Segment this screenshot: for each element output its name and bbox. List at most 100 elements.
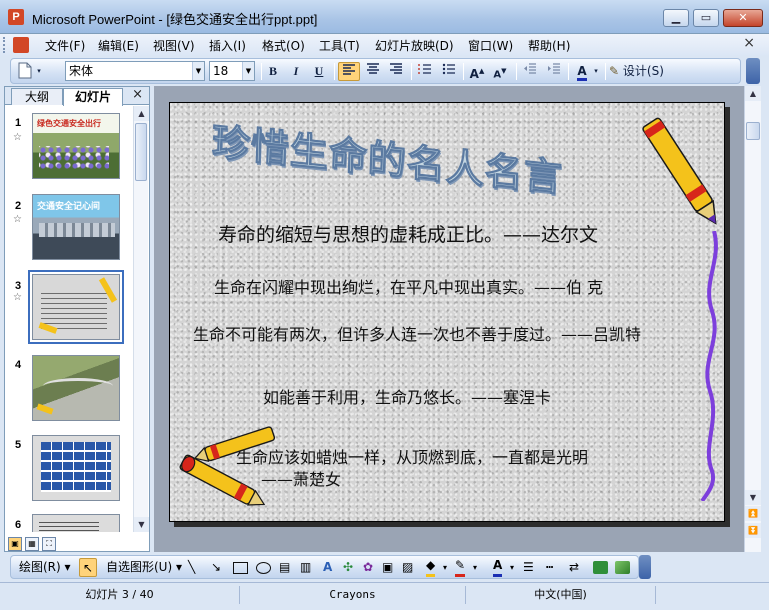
arrow-icon[interactable]: ↘: [211, 558, 221, 577]
scrollbar-thumb[interactable]: [746, 122, 760, 140]
maximize-button[interactable]: ▭: [693, 9, 719, 27]
slide-thumbnail-6[interactable]: [32, 514, 120, 532]
minimize-button[interactable]: ▁: [663, 9, 689, 27]
align-right-button[interactable]: [386, 62, 406, 81]
align-left-button[interactable]: [338, 62, 360, 81]
slide-thumbnail-5[interactable]: [32, 435, 120, 501]
line-color-dropdown-icon[interactable]: ▾: [473, 558, 477, 577]
rectangle-icon[interactable]: [233, 562, 248, 574]
new-document-icon[interactable]: [17, 62, 33, 81]
scroll-down-icon[interactable]: ▼: [134, 517, 149, 532]
menu-slideshow[interactable]: 幻灯片放映(D): [375, 37, 454, 54]
slide-quote-1[interactable]: 寿命的缩短与思想的虚耗成正比。——达尔文: [218, 220, 598, 247]
clipart-icon[interactable]: ✿: [363, 558, 373, 577]
numbering-button[interactable]: [415, 62, 435, 81]
select-objects-icon[interactable]: ↖: [79, 558, 97, 577]
underline-button[interactable]: U: [310, 62, 328, 81]
scroll-up-icon[interactable]: ▲: [745, 86, 761, 101]
scrollbar-thumb[interactable]: [135, 123, 147, 181]
font-color-dropdown-icon[interactable]: ▾: [510, 558, 514, 577]
italic-button[interactable]: I: [287, 62, 305, 81]
next-slide-icon[interactable]: ⏬: [745, 523, 761, 538]
slide-scrollbar[interactable]: ▲ ▼ ⏫ ⏬: [744, 86, 761, 552]
close-button[interactable]: ✕: [723, 9, 763, 27]
fill-color-icon[interactable]: ◆: [426, 558, 436, 577]
normal-view-icon[interactable]: ▣: [8, 537, 22, 551]
menu-window[interactable]: 窗口(W): [468, 37, 513, 54]
menu-edit[interactable]: 编辑(E): [98, 37, 139, 54]
slide-thumbnail-1[interactable]: 绿色交通安全出行: [32, 113, 120, 179]
previous-slide-icon[interactable]: ⏫: [745, 506, 761, 521]
increase-indent-icon[interactable]: [544, 62, 564, 81]
document-icon[interactable]: [13, 37, 29, 53]
chevron-down-icon[interactable]: ▼: [192, 62, 204, 80]
slide-number: 3: [15, 280, 22, 292]
document-close-icon[interactable]: ×: [743, 35, 755, 51]
menu-view[interactable]: 视图(V): [153, 37, 195, 54]
font-name-select[interactable]: 宋体 ▼: [65, 61, 205, 81]
diagram-icon[interactable]: ✣: [343, 558, 353, 577]
animation-star-icon: ☆: [13, 292, 22, 303]
chevron-down-icon[interactable]: ▼: [242, 62, 254, 80]
close-icon[interactable]: ×: [132, 87, 143, 102]
line-icon[interactable]: ╲: [188, 558, 195, 577]
line-style-icon[interactable]: ☰: [523, 558, 534, 577]
arrow-style-icon[interactable]: ⇄: [569, 558, 579, 577]
menu-format[interactable]: 格式(O): [262, 37, 305, 54]
slide-thumbnail-4[interactable]: [32, 355, 120, 421]
picture-icon[interactable]: ▣: [382, 558, 393, 577]
slide-position-status: 幻灯片 3 / 40: [0, 586, 240, 604]
fill-color-dropdown-icon[interactable]: ▾: [443, 558, 447, 577]
autoshapes-menu-button[interactable]: 自选图形(U) ▾: [106, 558, 182, 577]
increase-font-size-icon[interactable]: A▲: [467, 62, 487, 81]
slide-title[interactable]: 珍惜生命的名人名言: [211, 111, 564, 203]
font-size-select[interactable]: 18 ▼: [209, 61, 255, 81]
slide-thumbnail-3[interactable]: [28, 270, 124, 344]
draw-menu-button[interactable]: 绘图(R) ▾: [19, 558, 71, 577]
textbox-icon[interactable]: ▤: [279, 558, 290, 577]
vertical-textbox-icon[interactable]: ▥: [300, 558, 311, 577]
menu-tools[interactable]: 工具(T): [319, 37, 360, 54]
drawing-toolbar-overflow-chevron[interactable]: [639, 555, 651, 579]
3d-style-icon[interactable]: [615, 561, 630, 574]
font-name-value: 宋体: [69, 64, 94, 78]
toolbar-overflow-chevron[interactable]: [746, 58, 760, 84]
slide-quote-3[interactable]: 生命不可能有两次，但许多人连一次也不善于度过。——吕凯特: [193, 321, 641, 345]
menu-insert[interactable]: 插入(I): [209, 37, 246, 54]
slide-quote-2[interactable]: 生命在闪耀中现出绚烂，在平凡中现出真实。——伯 克: [214, 274, 603, 298]
slides-pane-scrollbar[interactable]: ▲ ▼: [133, 106, 149, 532]
font-color-icon[interactable]: A: [572, 62, 592, 81]
align-center-button[interactable]: [363, 62, 383, 81]
tab-slides[interactable]: 幻灯片: [63, 88, 123, 106]
new-dropdown-icon[interactable]: ▾: [35, 62, 43, 81]
bold-button[interactable]: B: [264, 62, 282, 81]
decrease-indent-icon[interactable]: [520, 62, 540, 81]
menu-help[interactable]: 帮助(H): [528, 37, 570, 54]
slide-number: 5: [15, 439, 22, 451]
design-label: 设计(S): [622, 64, 664, 78]
decrease-font-size-icon[interactable]: A▼: [490, 62, 510, 81]
tab-outline[interactable]: 大纲: [11, 88, 63, 105]
slide-thumbnail-2[interactable]: 交通安全记心间: [32, 194, 120, 260]
slideshow-view-icon[interactable]: ⛶: [42, 537, 56, 551]
design-button[interactable]: ✎ 设计(S): [609, 62, 673, 81]
dash-style-icon[interactable]: ┅: [546, 558, 553, 577]
line-color-icon[interactable]: ✎: [455, 558, 466, 577]
slide-quote-4[interactable]: 如能善于利用，生命乃悠长。——塞涅卡: [263, 384, 551, 408]
shadow-style-icon[interactable]: [593, 561, 608, 574]
scroll-down-icon[interactable]: ▼: [745, 490, 761, 505]
bullets-button[interactable]: [439, 62, 459, 81]
toolbar-separator: [411, 63, 412, 80]
wordart-icon[interactable]: A: [323, 558, 332, 577]
current-slide[interactable]: 珍惜生命的名人名言 寿命的缩短与思想的虚耗成正比。——达尔文 生命在闪耀中现出绚…: [169, 102, 725, 522]
insert-picture-icon[interactable]: ▨: [402, 558, 413, 577]
oval-icon[interactable]: [256, 562, 271, 574]
scroll-up-icon[interactable]: ▲: [134, 106, 149, 121]
menu-grip-handle[interactable]: [3, 37, 9, 53]
font-color-icon[interactable]: A: [493, 558, 503, 577]
powerpoint-app-icon[interactable]: P: [8, 9, 24, 25]
font-color-dropdown-icon[interactable]: ▾: [592, 62, 600, 81]
pencil-icon: ✎: [609, 64, 620, 78]
menu-file[interactable]: 文件(F): [45, 37, 85, 54]
slide-sorter-view-icon[interactable]: ▦: [25, 537, 39, 551]
